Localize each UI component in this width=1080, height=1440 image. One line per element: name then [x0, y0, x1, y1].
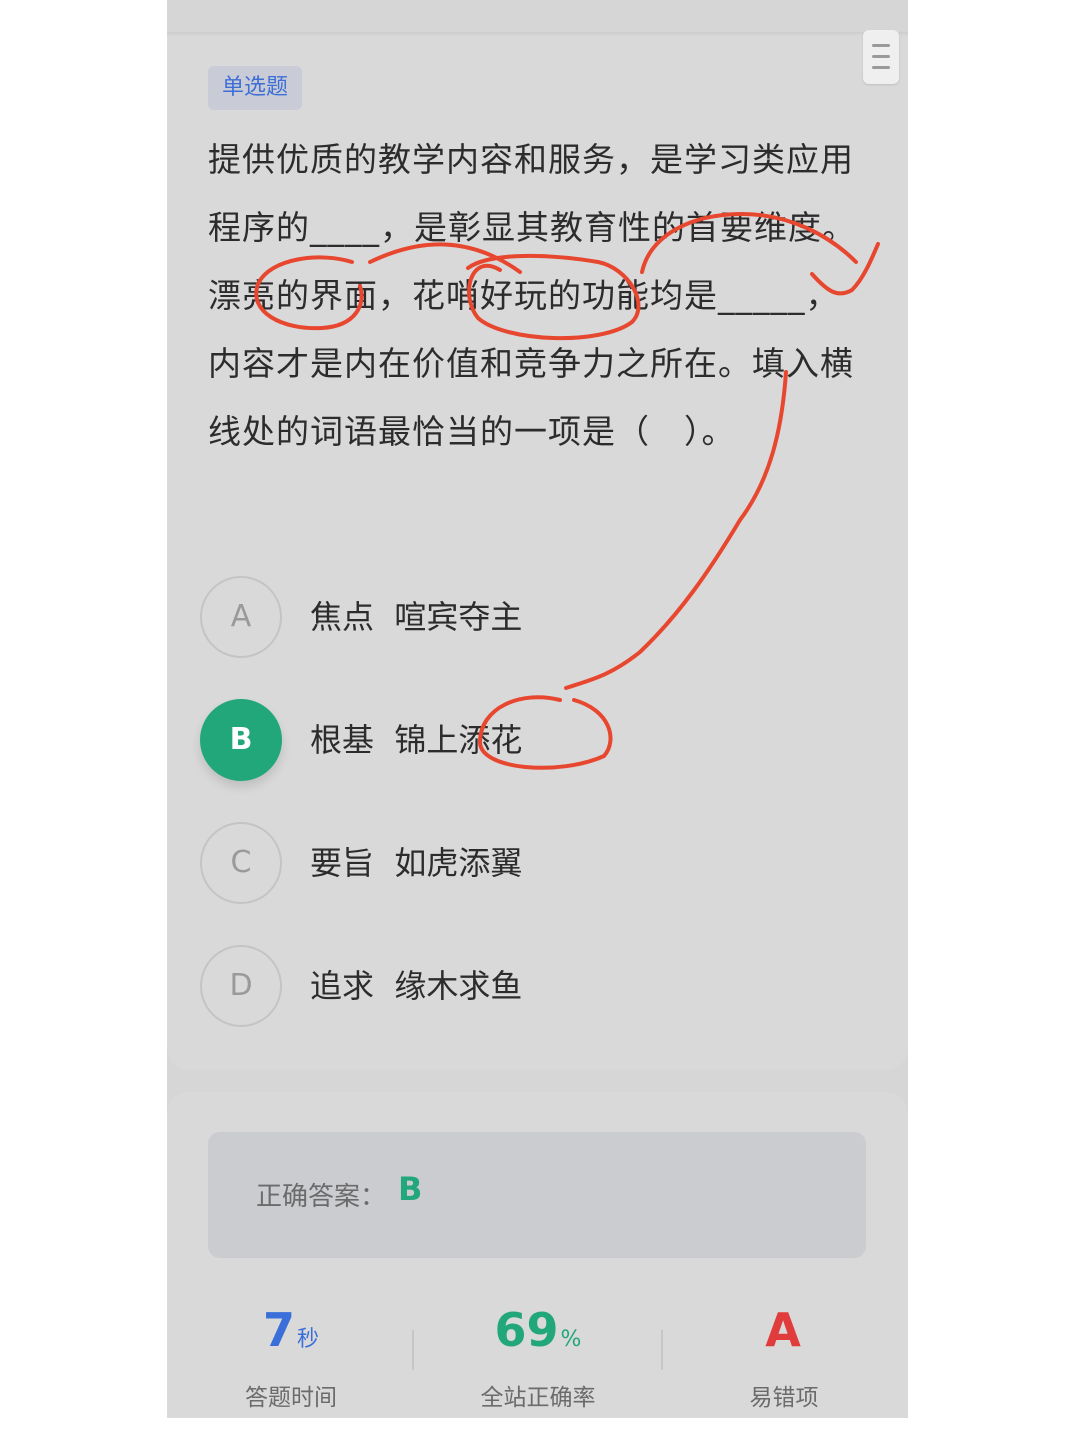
stat-value: 7	[262, 1303, 295, 1357]
question-type-tag: 单选题	[208, 66, 303, 110]
stat-divider	[412, 1330, 414, 1370]
top-strip	[167, 0, 908, 34]
option-text: 追求 缘木求鱼	[310, 967, 523, 1005]
stat-caption: 答题时间	[245, 1385, 337, 1411]
option-c[interactable]: C 要旨 如虎添翼	[200, 822, 760, 904]
option-a[interactable]: A 焦点 喧宾夺主	[200, 576, 760, 658]
stat-accuracy: 69% 全站正确率	[438, 1300, 638, 1412]
phone-screen: 单选题 提供优质的教学内容和服务，是学习类应用程序的____，是彰显其教育性的首…	[167, 0, 908, 1418]
correct-answer-value: B	[398, 1170, 423, 1208]
option-text: 根基 锦上添花	[310, 721, 523, 759]
option-letter: A	[200, 576, 282, 658]
question-text: 提供优质的教学内容和服务，是学习类应用程序的____，是彰显其教育性的首要维度。…	[208, 140, 856, 451]
stat-answer-time: 7秒 答题时间	[191, 1300, 391, 1412]
option-b[interactable]: B 根基 锦上添花	[200, 699, 760, 781]
question-card: 单选题 提供优质的教学内容和服务，是学习类应用程序的____，是彰显其教育性的首…	[167, 36, 908, 1070]
option-d[interactable]: D 追求 缘木求鱼	[200, 945, 760, 1027]
stat-value: 69	[494, 1303, 559, 1357]
correct-answer-label: 正确答案：	[256, 1182, 387, 1212]
option-letter: B	[200, 699, 282, 781]
option-text: 焦点 喧宾夺主	[310, 598, 523, 636]
stat-divider	[661, 1330, 663, 1370]
option-text: 要旨 如虎添翼	[310, 844, 523, 882]
stat-common-wrong: A 易错项	[684, 1300, 884, 1412]
option-letter: D	[200, 945, 282, 1027]
stat-caption: 易错项	[749, 1385, 819, 1411]
stat-unit: %	[560, 1327, 582, 1352]
menu-lines-icon[interactable]	[863, 30, 899, 84]
correct-answer-box: 正确答案： B	[208, 1132, 866, 1258]
stat-value: A	[765, 1303, 801, 1357]
result-card: 正确答案： B 7秒 答题时间 69% 全站正确率 A 易错项	[167, 1092, 908, 1418]
stat-caption: 全站正确率	[480, 1385, 596, 1411]
option-letter: C	[200, 822, 282, 904]
stat-unit: 秒	[297, 1327, 320, 1352]
